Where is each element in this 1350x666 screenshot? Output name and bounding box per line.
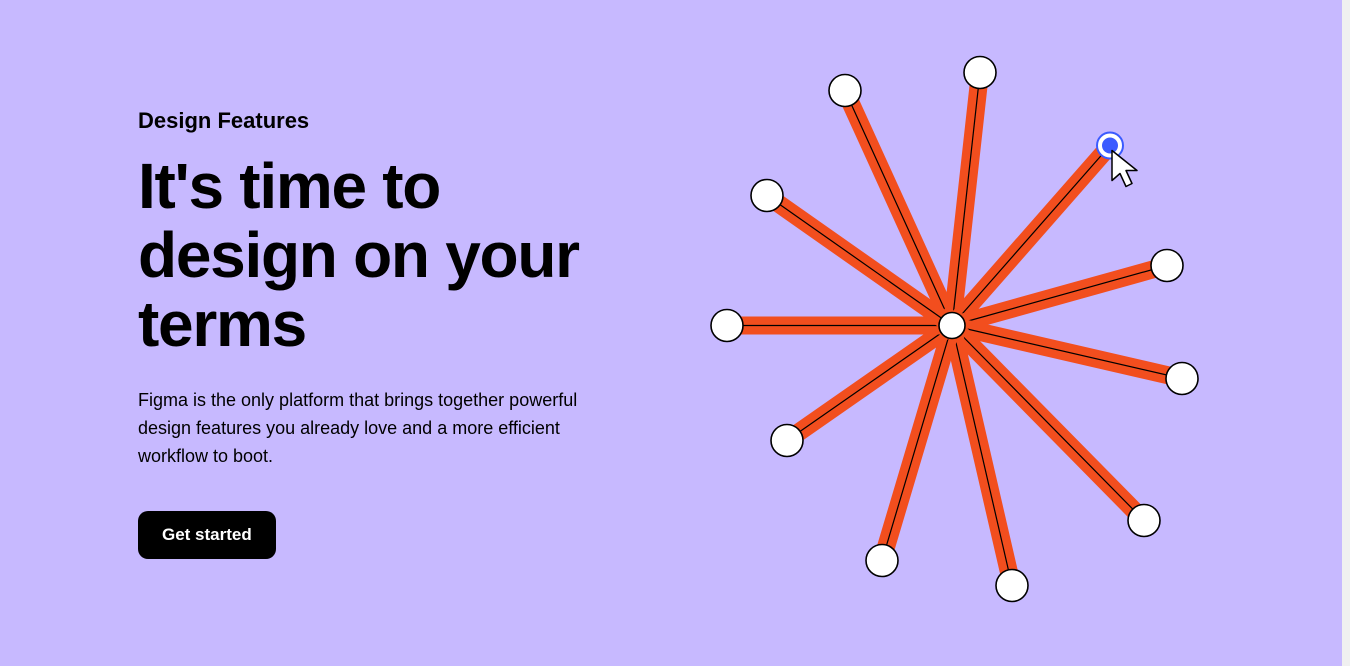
hero-section: Design Features It's time to design on y… xyxy=(0,0,1342,666)
hero-content: Design Features It's time to design on y… xyxy=(138,108,608,559)
starburst-illustration xyxy=(692,51,1232,616)
subcopy: Figma is the only platform that brings t… xyxy=(138,387,578,471)
eyebrow-label: Design Features xyxy=(138,108,608,134)
selected-node-icon xyxy=(1097,133,1123,159)
scrollbar[interactable] xyxy=(1342,0,1350,666)
starburst-icon xyxy=(692,51,1232,611)
headline: It's time to design on your terms xyxy=(138,152,608,359)
cursor-icon xyxy=(1112,151,1137,187)
get-started-button[interactable]: Get started xyxy=(138,511,276,559)
